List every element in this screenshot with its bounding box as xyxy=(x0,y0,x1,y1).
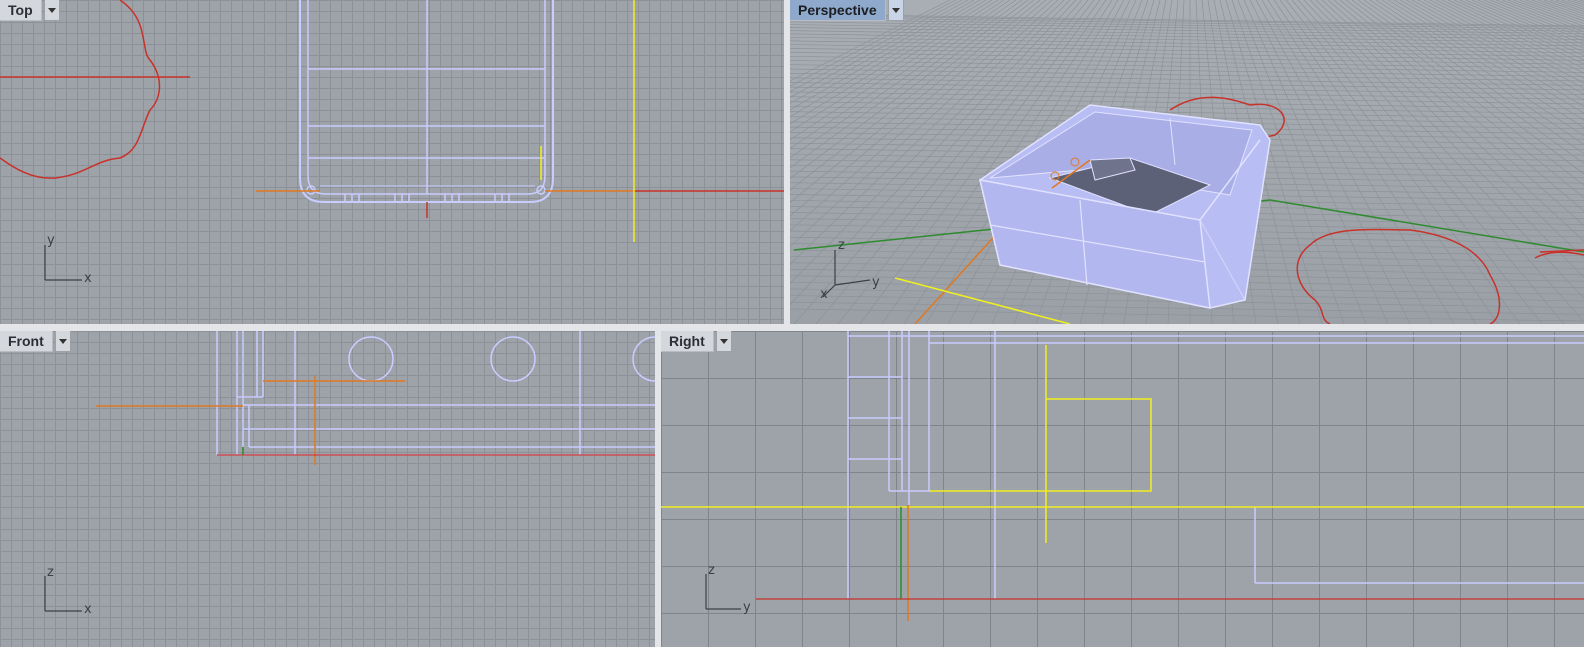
viewport-label-perspective[interactable]: Perspective xyxy=(790,0,904,21)
viewport-label-top[interactable]: Top xyxy=(0,0,60,21)
axis-label-b: y xyxy=(872,275,880,290)
chevron-down-icon[interactable] xyxy=(715,331,732,352)
right-view-geometry: z y xyxy=(661,331,1584,621)
top-axis-labels: y x xyxy=(47,233,92,286)
viewport-title[interactable]: Perspective xyxy=(790,0,886,21)
viewport-top[interactable]: Top y x xyxy=(0,0,784,324)
viewport-front[interactable]: Front z x xyxy=(0,331,655,647)
chevron-down-icon[interactable] xyxy=(43,0,60,21)
axis-label-a: y xyxy=(47,233,55,248)
viewport-right[interactable]: Right z y xyxy=(661,331,1584,647)
axis-label-c: x xyxy=(820,287,828,302)
perspective-grid: z y x xyxy=(790,0,1584,324)
axis-label-a: z xyxy=(708,563,715,578)
viewport-label-front[interactable]: Front xyxy=(0,331,71,352)
viewport-label-right[interactable]: Right xyxy=(661,331,732,352)
viewport-title[interactable]: Front xyxy=(0,331,53,352)
viewport-title[interactable]: Top xyxy=(0,0,42,21)
axis-label-b: x xyxy=(84,602,92,617)
axis-triad-icon xyxy=(705,574,741,610)
axis-triad-icon xyxy=(44,576,82,612)
chevron-down-icon[interactable] xyxy=(54,331,71,352)
axis-label-a: z xyxy=(47,565,54,580)
axis-label-b: x xyxy=(84,271,92,286)
chevron-down-icon[interactable] xyxy=(887,0,904,21)
front-view-geometry: z x xyxy=(44,331,655,617)
viewport-title[interactable]: Right xyxy=(661,331,714,352)
axis-label-a: z xyxy=(838,238,845,253)
axis-label-b: y xyxy=(743,600,751,615)
yellow-profile xyxy=(661,345,1584,543)
viewport-perspective[interactable]: z y x Perspective xyxy=(790,0,1584,324)
